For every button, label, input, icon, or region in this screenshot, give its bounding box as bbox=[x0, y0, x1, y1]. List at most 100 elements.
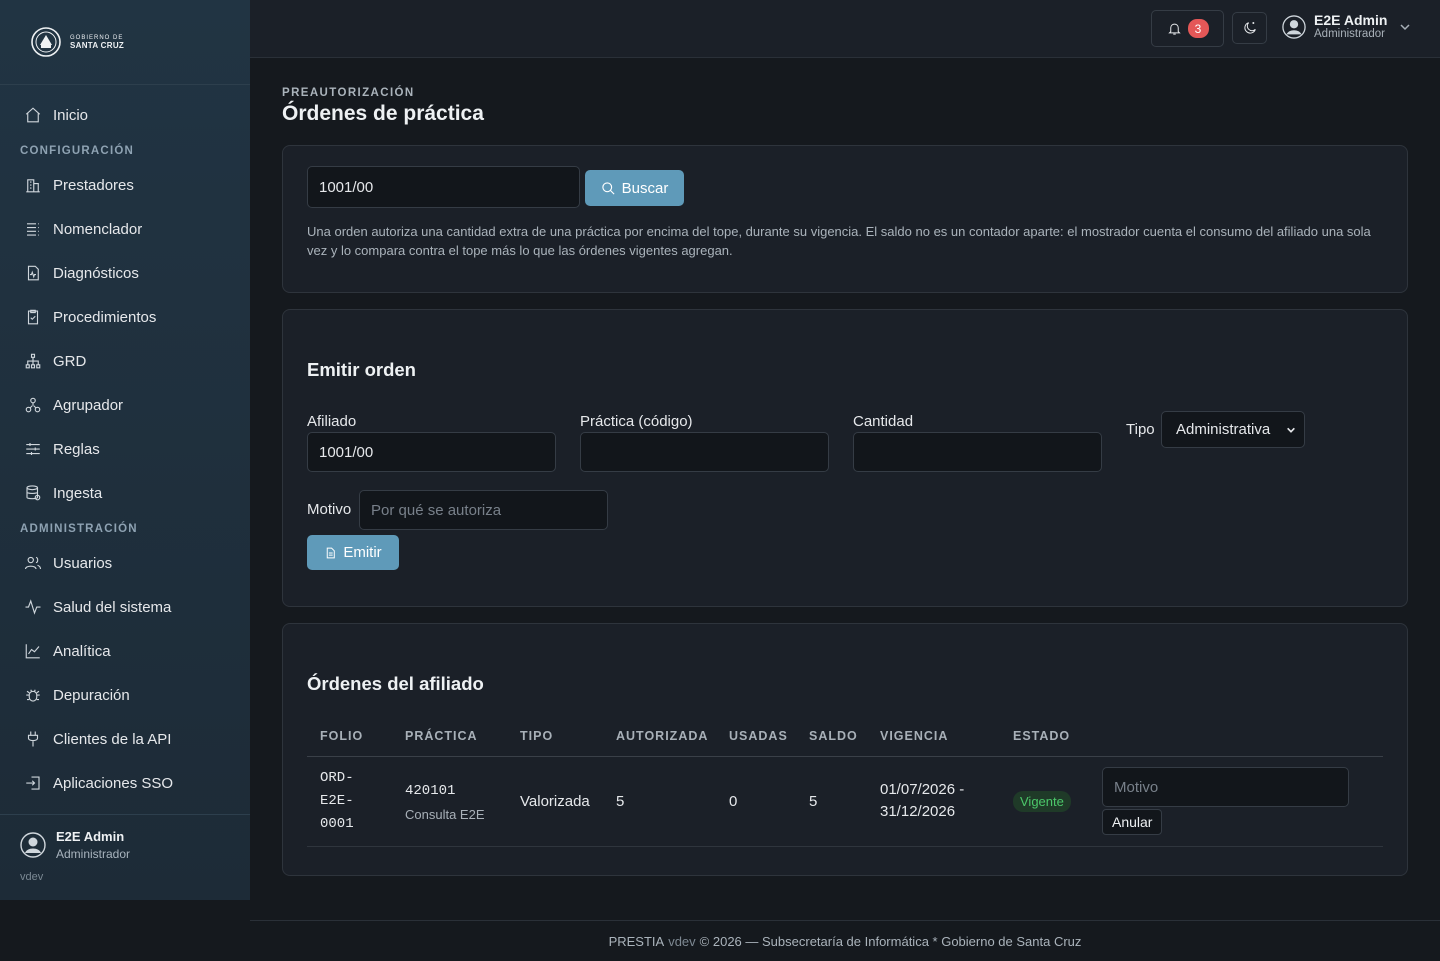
theme-toggle-button[interactable] bbox=[1232, 12, 1267, 44]
search-input[interactable] bbox=[307, 166, 580, 208]
sidebar-user[interactable]: E2E Admin Administrador vdev bbox=[0, 814, 250, 900]
col-practica: PRÁCTICA bbox=[392, 716, 507, 757]
medical-file-icon bbox=[27, 265, 39, 281]
notifications-button[interactable]: 3 bbox=[1151, 10, 1224, 47]
sidebar-item-depuracion[interactable]: Depuración bbox=[0, 673, 250, 717]
app-version: vdev bbox=[20, 871, 44, 883]
document-icon bbox=[327, 547, 336, 558]
building-icon bbox=[26, 179, 40, 193]
col-autorizada: AUTORIZADA bbox=[603, 716, 716, 757]
sidebar-item-grd[interactable]: GRD bbox=[0, 339, 250, 383]
motivo-input[interactable] bbox=[359, 490, 608, 530]
emit-button-label: Emitir bbox=[343, 544, 382, 561]
group-icon bbox=[25, 397, 41, 413]
col-folio: FOLIO bbox=[307, 716, 392, 757]
cell-vigencia: 01/07/2026 - 31/12/2026 bbox=[867, 756, 1000, 847]
nav-section-configuracion: CONFIGURACIÓN bbox=[20, 145, 134, 157]
sidebar-brand: GOBIERNO DE SANTA CRUZ bbox=[0, 0, 250, 85]
sidebar-item-salud[interactable]: Salud del sistema bbox=[0, 585, 250, 629]
tipo-select-value: Administrativa bbox=[1176, 421, 1271, 438]
orders-title: Órdenes del afiliado bbox=[307, 673, 484, 694]
login-icon bbox=[26, 776, 40, 790]
brand-logo[interactable]: GOBIERNO DE SANTA CRUZ bbox=[30, 25, 124, 59]
sidebar-item-label: Reglas bbox=[53, 440, 100, 458]
sidebar-item-label: Procedimientos bbox=[53, 308, 157, 326]
user-menu[interactable]: E2E Admin Administrador bbox=[1282, 12, 1411, 41]
header-user-role: Administrador bbox=[1314, 28, 1385, 40]
orders-card: Órdenes del afiliado FOLIO PRÁCTICA TIPO… bbox=[282, 623, 1408, 876]
emit-order-title: Emitir orden bbox=[307, 359, 416, 380]
sidebar-item-diagnosticos[interactable]: Diagnósticos bbox=[0, 251, 250, 295]
emit-button[interactable]: Emitir bbox=[307, 535, 399, 570]
sidebar-item-agrupador[interactable]: Agrupador bbox=[0, 383, 250, 427]
col-estado: ESTADO bbox=[1000, 716, 1089, 757]
sidebar-item-reglas[interactable]: Reglas bbox=[0, 427, 250, 471]
sidebar-item-label: GRD bbox=[53, 352, 87, 370]
user-avatar-icon bbox=[20, 832, 46, 858]
header-user-name: E2E Admin bbox=[1314, 12, 1388, 28]
tipo-select[interactable]: Administrativa bbox=[1161, 411, 1305, 448]
user-avatar-icon bbox=[1282, 14, 1306, 39]
sidebar-item-label: Agrupador bbox=[53, 396, 124, 414]
cell-practica: 420101 Consulta E2E bbox=[392, 756, 507, 847]
cell-folio: ORD- E2E- 0001 bbox=[307, 756, 392, 847]
practica-input[interactable] bbox=[580, 432, 829, 472]
sidebar-item-label: Diagnósticos bbox=[53, 264, 139, 282]
chevron-down-icon bbox=[1400, 23, 1410, 30]
sidebar-item-label: Salud del sistema bbox=[53, 598, 172, 616]
users-icon bbox=[24, 556, 42, 570]
sidebar-item-clientes-api[interactable]: Clientes de la API bbox=[0, 717, 250, 761]
bell-icon bbox=[1167, 23, 1181, 35]
sidebar-item-prestadores[interactable]: Prestadores bbox=[0, 163, 250, 207]
page-title: Órdenes de práctica bbox=[282, 102, 484, 125]
anular-button[interactable]: Anular bbox=[1102, 809, 1163, 835]
afiliado-input[interactable] bbox=[307, 432, 556, 472]
search-card: Buscar Una orden autoriza una cantidad e… bbox=[282, 145, 1408, 293]
motivo-label: Motivo bbox=[307, 501, 352, 518]
sidebar-item-label: Prestadores bbox=[53, 176, 134, 194]
sidebar-item-analitica[interactable]: Analítica bbox=[0, 629, 250, 673]
cantidad-label: Cantidad bbox=[853, 413, 914, 430]
sidebar-item-sso[interactable]: Aplicaciones SSO bbox=[0, 761, 250, 805]
col-usadas: USADAS bbox=[716, 716, 796, 757]
footer: PRESTIA vdev © 2026 — Subsecretaría de I… bbox=[250, 920, 1440, 961]
sidebar-nav: Inicio CONFIGURACIÓN Prestadores Nomencl… bbox=[0, 85, 250, 805]
sidebar-item-inicio[interactable]: Inicio bbox=[0, 93, 250, 137]
tipo-label: Tipo bbox=[1126, 421, 1155, 438]
sidebar-item-label: Nomenclador bbox=[53, 220, 143, 238]
hierarchy-icon bbox=[25, 353, 41, 369]
sidebar-item-ingesta[interactable]: Ingesta bbox=[0, 471, 250, 515]
cell-tipo: Valorizada bbox=[507, 756, 603, 847]
practica-label: Práctica (código) bbox=[580, 413, 693, 430]
search-button-label: Buscar bbox=[621, 179, 669, 197]
top-bar: 3 E2E Admin Administrador bbox=[250, 0, 1440, 58]
bug-icon bbox=[26, 689, 40, 702]
col-acciones bbox=[1089, 716, 1383, 757]
practica-code: 420101 bbox=[405, 783, 456, 799]
sidebar-item-usuarios[interactable]: Usuarios bbox=[0, 541, 250, 585]
cell-autorizada: 5 bbox=[603, 756, 716, 847]
sidebar-user-role: Administrador bbox=[56, 847, 131, 861]
footer-app: PRESTIA bbox=[608, 933, 665, 949]
sliders-icon bbox=[26, 443, 40, 455]
sidebar-item-nomenclador[interactable]: Nomenclador bbox=[0, 207, 250, 251]
sidebar-item-label: Inicio bbox=[53, 106, 89, 124]
table-row: ORD- E2E- 0001 420101 Consulta E2E Valor… bbox=[307, 756, 1383, 847]
footer-version: vdev bbox=[668, 933, 696, 949]
moon-icon bbox=[1243, 22, 1256, 34]
col-vigencia: VIGENCIA bbox=[867, 716, 1000, 757]
cell-saldo: 5 bbox=[796, 756, 867, 847]
nav-section-administracion: ADMINISTRACIÓN bbox=[20, 523, 138, 535]
row-motivo-input[interactable] bbox=[1102, 767, 1349, 807]
sidebar-item-procedimientos[interactable]: Procedimientos bbox=[0, 295, 250, 339]
plug-icon bbox=[27, 731, 39, 747]
main-content: PREAUTORIZACIÓN Órdenes de práctica Busc… bbox=[282, 58, 1408, 876]
pulse-icon bbox=[25, 599, 41, 615]
search-button[interactable]: Buscar bbox=[585, 170, 684, 206]
seal-icon bbox=[31, 27, 61, 57]
cantidad-input[interactable] bbox=[853, 432, 1102, 472]
sidebar: GOBIERNO DE SANTA CRUZ Inicio CONFIGURAC… bbox=[0, 0, 250, 900]
sidebar-item-label: Aplicaciones SSO bbox=[53, 774, 174, 792]
col-tipo: TIPO bbox=[507, 716, 603, 757]
cell-estado: Vigente bbox=[1000, 756, 1089, 847]
